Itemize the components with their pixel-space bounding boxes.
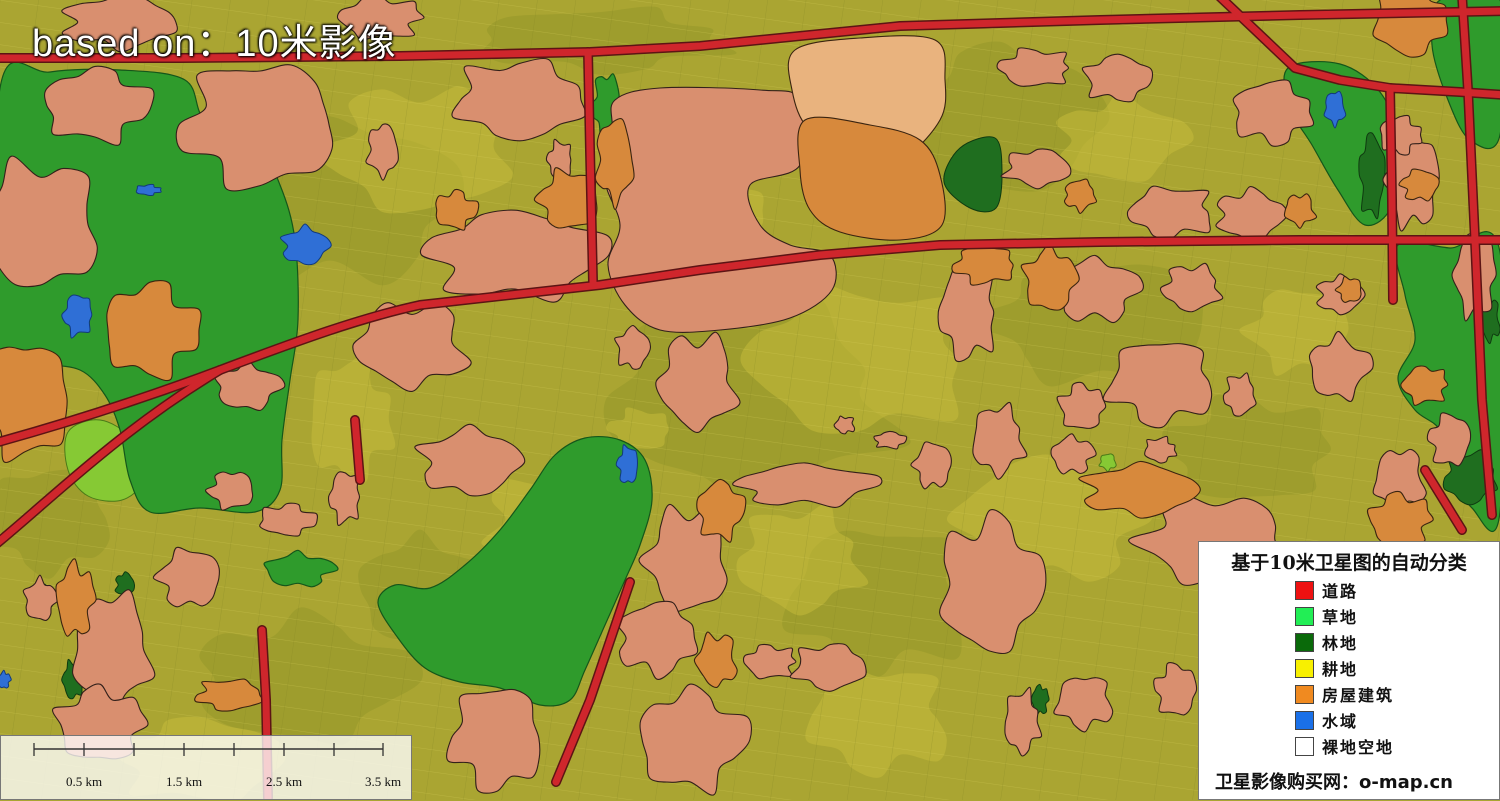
- legend-swatch: [1295, 632, 1314, 652]
- legend-item-forest: 林地: [1295, 632, 1359, 653]
- scale-bar-graphic: [33, 743, 384, 756]
- road: [1386, 84, 1397, 304]
- legend-label: 水域: [1322, 712, 1359, 731]
- legend-label: 裸地空地: [1322, 738, 1395, 757]
- scale-bar-label: 1.5 km: [165, 774, 203, 789]
- legend-swatch: [1295, 736, 1314, 756]
- legend-label: 道路: [1322, 582, 1359, 601]
- legend-item-cropland: 耕地: [1295, 658, 1359, 679]
- legend-label: 林地: [1322, 634, 1359, 653]
- scale-bar-label: 0.5 km: [65, 774, 103, 789]
- legend-swatch: [1295, 658, 1314, 678]
- scale-bar: 0.5 km 1.5 km 2.5 km 3.5 km: [0, 735, 412, 800]
- legend-label: 耕地: [1322, 660, 1359, 679]
- legend: 基于10米卫星图的自动分类 道路 草地 林地 耕地 房屋建筑 水域 裸地空地 卫…: [1198, 541, 1500, 800]
- settlement-patch: [0, 155, 98, 288]
- legend-label: 草地: [1322, 608, 1359, 627]
- legend-swatch: [1295, 580, 1314, 600]
- legend-item-building: 房屋建筑: [1295, 684, 1395, 705]
- legend-item-water: 水域: [1295, 710, 1359, 731]
- legend-swatch: [1295, 710, 1314, 730]
- scale-bar-label: 3.5 km: [364, 774, 402, 789]
- overlay-title: based on：10米影像: [32, 23, 397, 65]
- legend-title: 基于10米卫星图的自动分类: [1231, 552, 1467, 574]
- legend-footer: 卫星影像购买网：o-map.cn: [1215, 772, 1453, 793]
- building-patch: [0, 346, 68, 464]
- legend-swatch: [1295, 606, 1314, 626]
- legend-item-road: 道路: [1295, 580, 1359, 601]
- legend-item-bare-land: 裸地空地: [1295, 736, 1395, 757]
- road: [351, 416, 364, 484]
- legend-label: 房屋建筑: [1322, 686, 1395, 705]
- legend-item-grassland: 草地: [1295, 606, 1359, 627]
- scale-bar-label: 2.5 km: [265, 774, 303, 789]
- legend-swatch: [1295, 684, 1314, 704]
